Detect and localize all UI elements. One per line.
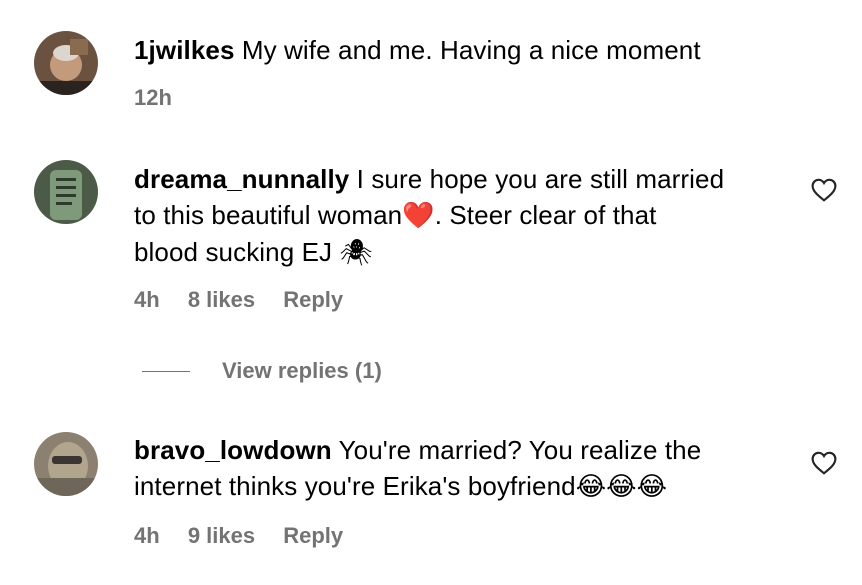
heart-outline-icon (811, 178, 837, 202)
comment-message-line3: blood sucking EJ (134, 237, 340, 267)
spider-emoji-icon: 🕷 (339, 238, 373, 268)
comment-message-line2b: . Steer clear of that (434, 200, 657, 230)
view-replies-button[interactable]: View replies (1) (142, 356, 542, 386)
comment-text: dreama_nunnally I sure hope you are stil… (134, 161, 794, 271)
reply-button[interactable]: Reply (283, 287, 343, 312)
reply-button[interactable]: Reply (283, 523, 343, 548)
avatar[interactable] (34, 160, 98, 224)
comment-message-line2: internet thinks you're Erika's boyfriend (134, 471, 576, 501)
avatar-image (34, 432, 98, 496)
timestamp[interactable]: 4h (134, 287, 160, 312)
username[interactable]: dreama_nunnally (134, 164, 349, 194)
comment-message: My wife and me. Having a nice moment (234, 35, 701, 65)
red-heart-emoji-icon: ❤️ (402, 201, 435, 231)
like-button[interactable] (811, 451, 837, 475)
comment-text: 1jwilkes My wife and me. Having a nice m… (134, 32, 794, 68)
comment-message-line2: to this beautiful woman (134, 200, 403, 230)
laughing-emoji-icon: 😂😂😂 (575, 472, 668, 502)
likes-count[interactable]: 9 likes (188, 523, 255, 548)
avatar-image (34, 31, 98, 95)
comment-meta: 12h (134, 85, 194, 111)
likes-count[interactable]: 8 likes (188, 287, 255, 312)
comment-message-line1: You're married? You realize the (331, 435, 702, 465)
comment-meta: 4h 9 likes Reply (134, 523, 365, 549)
like-button[interactable] (811, 178, 837, 202)
timestamp[interactable]: 4h (134, 523, 160, 548)
heart-outline-icon (811, 451, 837, 475)
avatar[interactable] (34, 432, 98, 496)
comment-text: bravo_lowdown You're married? You realiz… (134, 432, 794, 505)
view-replies-label: View replies (1) (222, 358, 382, 383)
username[interactable]: 1jwilkes (134, 35, 235, 65)
comment-meta: 4h 8 likes Reply (134, 287, 365, 313)
divider-line (142, 371, 190, 372)
avatar-image (34, 160, 98, 224)
timestamp[interactable]: 12h (134, 85, 172, 110)
avatar[interactable] (34, 31, 98, 95)
username[interactable]: bravo_lowdown (134, 435, 332, 465)
comment-message-line1: I sure hope you are still married (349, 164, 725, 194)
